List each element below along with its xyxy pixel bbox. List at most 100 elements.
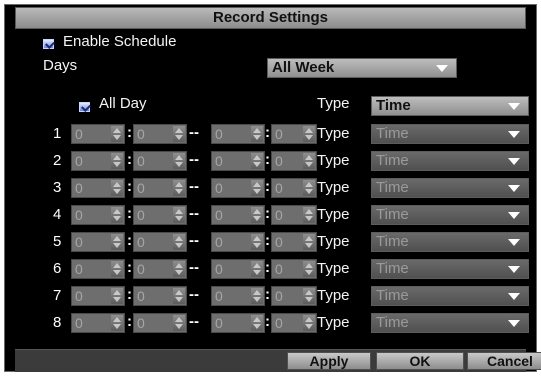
spinner-arrows-icon[interactable] [111,126,123,142]
end-minute-spinner[interactable]: 0 [271,151,317,171]
spinner-arrows-icon[interactable] [303,126,315,142]
spinner-arrows-icon[interactable] [173,288,185,304]
start-hour-value: 0 [75,126,83,142]
end-minute-spinner[interactable]: 0 [271,178,317,198]
start-hour-value: 0 [75,315,83,331]
apply-button[interactable]: Apply [287,352,371,370]
spinner-arrows-icon[interactable] [303,315,315,331]
start-minute-spinner[interactable]: 0 [133,124,187,144]
end-minute-spinner[interactable]: 0 [271,259,317,279]
spinner-arrows-icon[interactable] [303,207,315,223]
period-type-select[interactable]: Time [371,259,529,279]
start-hour-spinner[interactable]: 0 [71,232,125,252]
all-day-checkbox[interactable] [79,99,90,117]
chevron-down-icon [508,293,520,300]
colon-separator: : [265,124,270,141]
end-hour-spinner[interactable]: 0 [211,124,265,144]
end-hour-spinner[interactable]: 0 [211,178,265,198]
end-hour-spinner[interactable]: 0 [211,205,265,225]
period-type-select[interactable]: Time [371,124,529,144]
end-minute-value: 0 [275,126,283,142]
days-select[interactable]: All Week [267,58,457,78]
spinner-arrows-icon[interactable] [251,207,263,223]
spinner-arrows-icon[interactable] [303,153,315,169]
spinner-arrows-icon[interactable] [251,234,263,250]
spinner-arrows-icon[interactable] [251,153,263,169]
start-hour-spinner[interactable]: 0 [71,124,125,144]
spinner-arrows-icon[interactable] [111,207,123,223]
start-minute-spinner[interactable]: 0 [133,286,187,306]
colon-separator: : [265,178,270,195]
end-hour-spinner[interactable]: 0 [211,232,265,252]
spinner-arrows-icon[interactable] [173,261,185,277]
spinner-arrows-icon[interactable] [173,126,185,142]
chevron-down-icon [508,239,520,246]
spinner-arrows-icon[interactable] [111,153,123,169]
period-type-value: Time [376,314,409,331]
start-minute-spinner[interactable]: 0 [133,232,187,252]
ok-button[interactable]: OK [376,352,464,370]
start-minute-spinner[interactable]: 0 [133,151,187,171]
period-type-select[interactable]: Time [371,232,529,252]
end-minute-spinner[interactable]: 0 [271,232,317,252]
spinner-arrows-icon[interactable] [173,315,185,331]
spinner-arrows-icon[interactable] [173,207,185,223]
spinner-arrows-icon[interactable] [251,288,263,304]
end-minute-value: 0 [275,261,283,277]
cancel-button[interactable]: Cancel [467,352,541,370]
start-hour-spinner[interactable]: 0 [71,205,125,225]
start-hour-spinner[interactable]: 0 [71,286,125,306]
end-hour-spinner[interactable]: 0 [211,259,265,279]
all-day-type-select[interactable]: Time [371,96,529,116]
period-type-select[interactable]: Time [371,178,529,198]
period-row: 8 0:0 -- 0:0 Type Time [5,312,536,334]
start-hour-spinner[interactable]: 0 [71,313,125,333]
spinner-arrows-icon[interactable] [303,288,315,304]
spinner-arrows-icon[interactable] [303,180,315,196]
spinner-arrows-icon[interactable] [303,261,315,277]
spinner-arrows-icon[interactable] [251,315,263,331]
all-day-label: All Day [99,95,147,112]
enable-schedule-checkbox[interactable] [43,36,54,54]
spinner-arrows-icon[interactable] [111,180,123,196]
spinner-arrows-icon[interactable] [111,261,123,277]
spinner-arrows-icon[interactable] [173,234,185,250]
end-hour-spinner[interactable]: 0 [211,286,265,306]
start-minute-spinner[interactable]: 0 [133,178,187,198]
start-hour-spinner[interactable]: 0 [71,178,125,198]
spinner-arrows-icon[interactable] [303,234,315,250]
spinner-arrows-icon[interactable] [251,261,263,277]
start-minute-spinner[interactable]: 0 [133,205,187,225]
end-minute-spinner[interactable]: 0 [271,124,317,144]
start-minute-spinner[interactable]: 0 [133,313,187,333]
end-minute-spinner[interactable]: 0 [271,286,317,306]
end-hour-spinner[interactable]: 0 [211,151,265,171]
period-type-value: Time [376,287,409,304]
spinner-arrows-icon[interactable] [251,180,263,196]
period-type-select[interactable]: Time [371,313,529,333]
start-minute-spinner[interactable]: 0 [133,259,187,279]
period-type-select[interactable]: Time [371,205,529,225]
start-hour-spinner[interactable]: 0 [71,151,125,171]
spinner-arrows-icon[interactable] [251,126,263,142]
end-hour-spinner[interactable]: 0 [211,313,265,333]
start-hour-spinner[interactable]: 0 [71,259,125,279]
days-select-value: All Week [272,59,335,76]
range-dash: -- [189,205,199,222]
period-number: 1 [53,125,62,142]
end-minute-spinner[interactable]: 0 [271,313,317,333]
period-row: 6 0:0 -- 0:0 Type Time [5,258,536,280]
colon-separator: : [265,286,270,303]
spinner-arrows-icon[interactable] [173,153,185,169]
colon-separator: : [265,151,270,168]
spinner-arrows-icon[interactable] [111,288,123,304]
period-type-select[interactable]: Time [371,286,529,306]
period-type-select[interactable]: Time [371,151,529,171]
colon-separator: : [265,313,270,330]
spinner-arrows-icon[interactable] [173,180,185,196]
end-minute-spinner[interactable]: 0 [271,205,317,225]
end-minute-value: 0 [275,315,283,331]
spinner-arrows-icon[interactable] [111,315,123,331]
spinner-arrows-icon[interactable] [111,234,123,250]
end-hour-value: 0 [215,315,223,331]
